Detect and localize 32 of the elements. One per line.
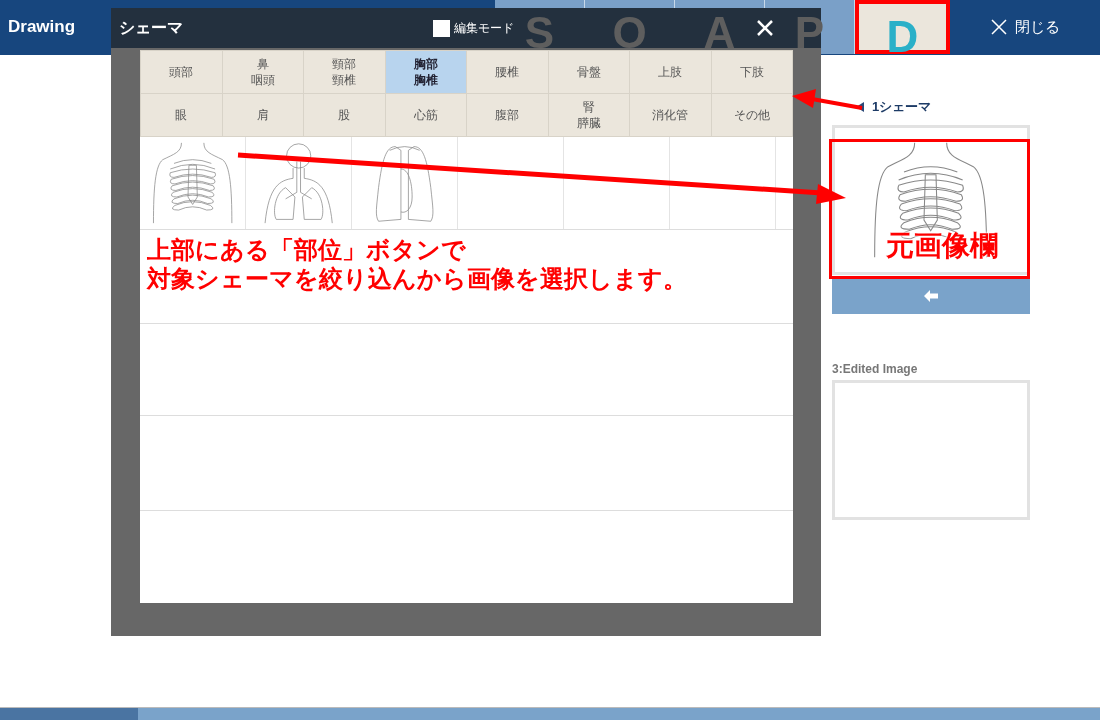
body-part-button[interactable]: 股 [304, 94, 385, 136]
close-icon [990, 19, 1007, 35]
app-title: Drawing [8, 16, 76, 39]
edited-image-label: 3:Edited Image [832, 361, 919, 378]
triangle-icon [856, 102, 864, 112]
body-part-button[interactable]: 腎 膵臓 [548, 94, 629, 136]
body-part-button[interactable]: 消化管 [630, 94, 711, 136]
body-part-button[interactable]: 頭部 [141, 51, 222, 93]
edit-mode-checkbox[interactable]: 編集モード [433, 19, 514, 37]
body-part-button[interactable]: 下肢 [711, 51, 792, 93]
close-icon [757, 20, 773, 36]
body-part-button[interactable]: 頸部 頸椎 [304, 51, 385, 93]
body-part-button[interactable]: 骨盤 [548, 51, 629, 93]
checkbox[interactable] [433, 19, 450, 37]
body-part-button[interactable]: 肩 [222, 94, 303, 136]
body-part-button[interactable]: その他 [711, 94, 792, 136]
annotation-text: 上部にある「部位」ボタンで [147, 235, 467, 264]
annotation-arrow [792, 89, 863, 110]
body-part-button[interactable]: 眼 [141, 94, 222, 136]
body-part-button[interactable]: 腰椎 [467, 51, 548, 93]
body-part-button[interactable]: 鼻 咽頭 [222, 51, 303, 93]
annotation-label: 元画像欄 [886, 232, 998, 260]
left-arrow-icon [924, 290, 938, 302]
schema-label: 1シェーマ [872, 98, 932, 117]
body-part-button[interactable]: 腹部 [467, 94, 548, 136]
dialog-title: シェーマ [119, 18, 183, 38]
close-button[interactable]: 閉じる [990, 15, 1060, 39]
close-button[interactable] [757, 20, 773, 36]
annotation-text: 対象シェーマを絞り込んから画像を選択します。 [147, 264, 687, 293]
body-part-button[interactable]: 胸部 胸椎 [385, 51, 466, 93]
body-part-button[interactable]: 心筋 [385, 94, 466, 136]
body-part-button[interactable]: 上肢 [630, 51, 711, 93]
